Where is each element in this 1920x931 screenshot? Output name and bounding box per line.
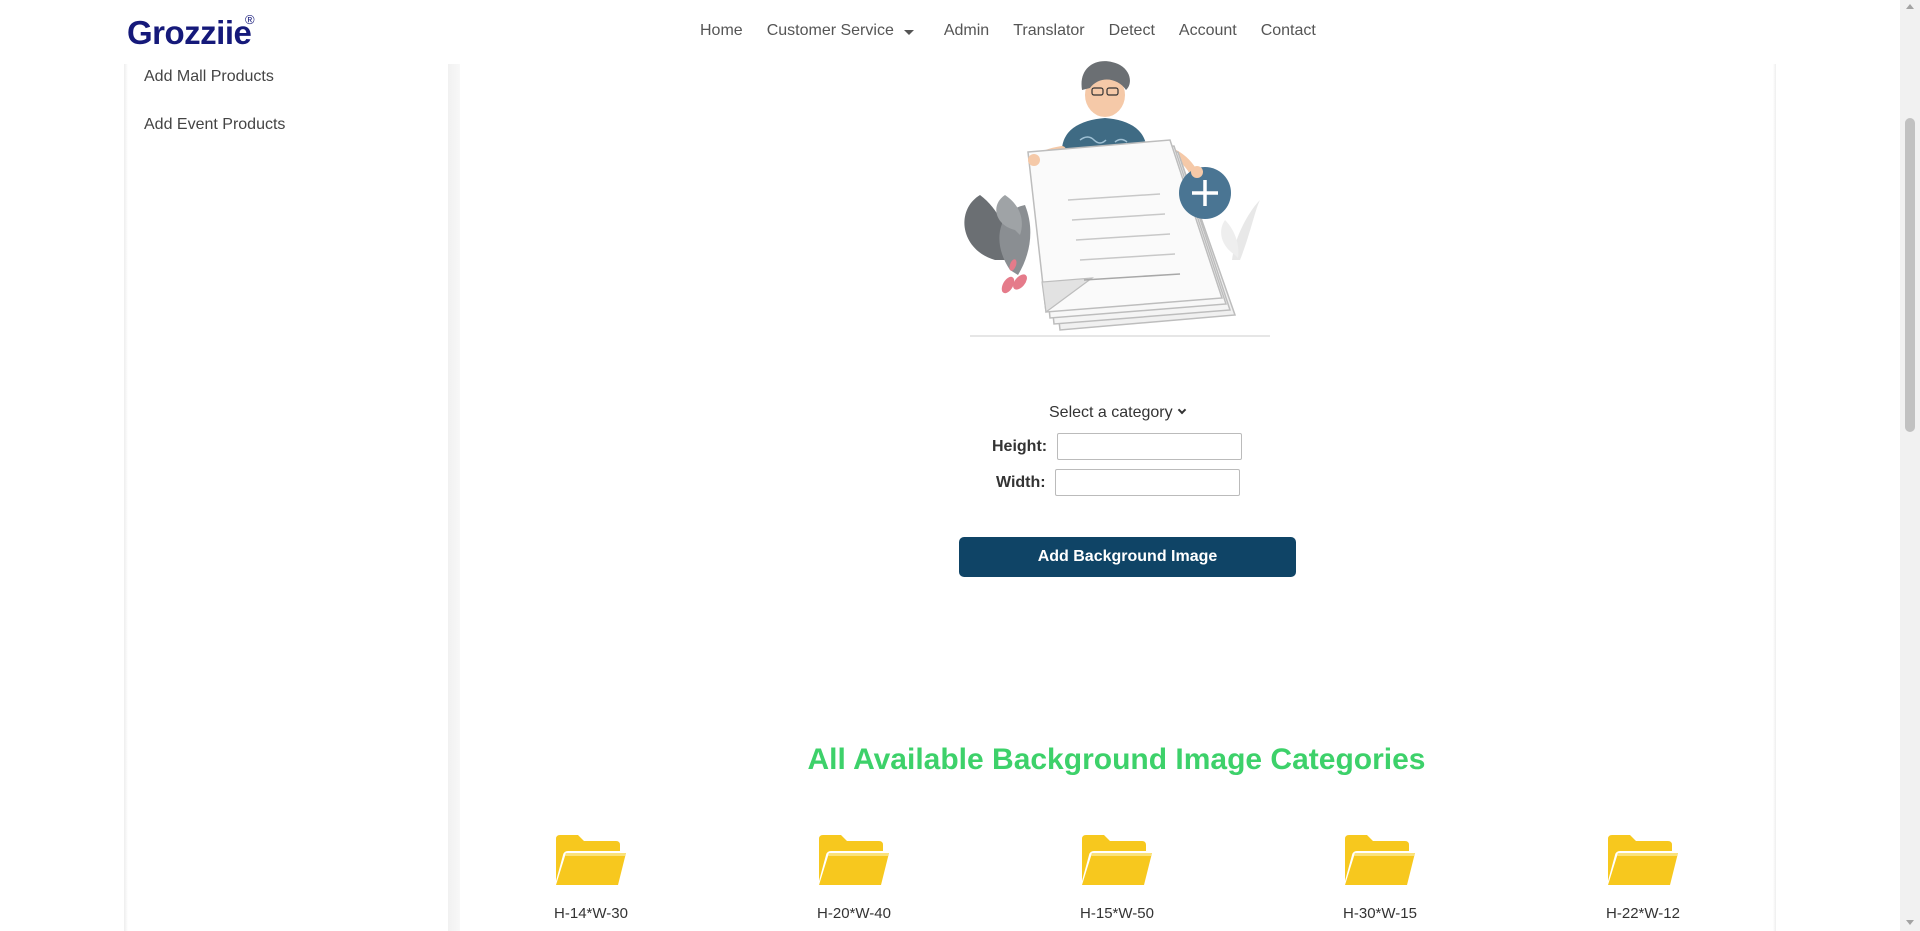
nav-translator[interactable]: Translator <box>1013 22 1084 40</box>
page-scrollbar[interactable] <box>1900 0 1920 931</box>
folder-open-icon <box>1608 835 1678 885</box>
category-folder[interactable]: H-20*W-40 <box>774 833 934 922</box>
category-select[interactable]: Select a category <box>1049 404 1186 422</box>
nav-customer-service[interactable]: Customer Service <box>767 22 914 40</box>
nav-home[interactable]: Home <box>700 22 743 40</box>
category-folder-label: H-30*W-15 <box>1343 905 1417 922</box>
scroll-up-arrow-icon[interactable] <box>1906 4 1914 9</box>
add-document-illustration <box>964 61 1270 337</box>
navbar: Grozziie ® Home Customer Service Admin T… <box>0 0 1900 64</box>
sidebar-item-add-mall-products[interactable]: Add Mall Products <box>144 68 274 86</box>
category-folder[interactable]: H-15*W-50 <box>1037 833 1197 922</box>
category-folder[interactable]: H-14*W-30 <box>511 833 671 922</box>
main-nav: Home Customer Service Admin Translator D… <box>700 22 1340 40</box>
folder-open-icon <box>1345 835 1415 885</box>
nav-detect[interactable]: Detect <box>1109 22 1155 40</box>
caret-down-icon <box>903 30 914 35</box>
category-folder[interactable]: H-30*W-15 <box>1300 833 1460 922</box>
folder-open-icon <box>819 835 889 885</box>
folder-open-icon <box>556 835 626 885</box>
scrollbar-thumb[interactable] <box>1905 118 1915 432</box>
height-input[interactable] <box>1057 433 1242 460</box>
categories-section-title: All Available Background Image Categorie… <box>807 743 1426 776</box>
nav-customer-service-label: Customer Service <box>766 22 894 39</box>
width-label: Width: <box>996 474 1046 491</box>
chevron-down-icon <box>1177 405 1186 415</box>
width-input[interactable] <box>1055 469 1240 496</box>
sidebar: Add Mall Products Add Event Products <box>128 64 448 931</box>
category-folder-label: H-22*W-12 <box>1606 905 1680 922</box>
brand-registered-mark: ® <box>245 12 255 27</box>
category-folder-label: H-15*W-50 <box>1080 905 1154 922</box>
sidebar-item-add-event-products[interactable]: Add Event Products <box>144 116 285 134</box>
category-folder-label: H-20*W-40 <box>817 905 891 922</box>
scroll-down-arrow-icon[interactable] <box>1906 920 1914 925</box>
brand-logo[interactable]: Grozziie <box>127 14 252 52</box>
nav-account[interactable]: Account <box>1179 22 1237 40</box>
nav-admin[interactable]: Admin <box>944 22 989 40</box>
category-select-value: Select a category <box>1049 404 1173 421</box>
page-shadow-right <box>1773 0 1776 931</box>
category-folder-label: H-14*W-30 <box>554 905 628 922</box>
nav-contact[interactable]: Contact <box>1261 22 1316 40</box>
folder-open-icon <box>1082 835 1152 885</box>
category-folder[interactable]: H-22*W-12 <box>1563 833 1723 922</box>
sidebar-divider <box>448 64 460 931</box>
height-label: Height: <box>992 438 1048 455</box>
add-background-image-button[interactable]: Add Background Image <box>959 537 1296 577</box>
